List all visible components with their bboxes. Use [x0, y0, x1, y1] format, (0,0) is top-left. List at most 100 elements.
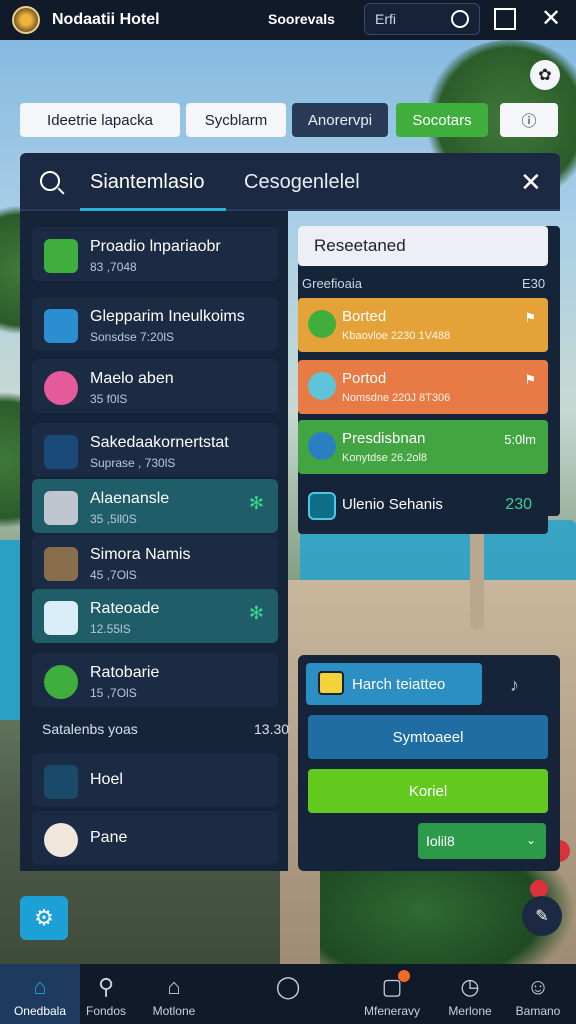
room-list: Proadio lnpariaobr 83 ,7048 Glepparim In…	[20, 211, 289, 871]
home-icon: ⌂	[33, 974, 47, 999]
booking-card[interactable]: Borted Kbaovloe 2230 1V488 ⚑	[298, 298, 548, 352]
nav-label: Merlone	[448, 1004, 492, 1018]
chat-bubble-icon: ◯	[275, 974, 301, 999]
nav-profile[interactable]: ☺ Bamano	[498, 964, 576, 1024]
tab-2[interactable]: Cesogenlelel	[244, 171, 360, 194]
key-icon	[318, 671, 344, 695]
list-item-sub: 35 f0lS	[90, 392, 128, 406]
audio-icon[interactable]: ♪	[510, 675, 519, 696]
booking-card[interactable]: Presdisbnan Konytdse 26.2ol8 5:0lm	[298, 420, 548, 474]
list-item-title: Hoel	[90, 771, 123, 788]
list-item-title: Maelo aben	[90, 370, 174, 387]
plane-icon	[44, 309, 78, 343]
gear-icon[interactable]	[451, 10, 469, 28]
list-item[interactable]: Simora Namis 45 ,7OlS	[32, 535, 278, 589]
right-label: Greefioaia	[302, 276, 362, 291]
user-icon	[44, 665, 78, 699]
user-icon: ☺	[526, 974, 550, 999]
bottom-nav: ⌂ Onedbala ⚲ Fondos ⌂ Motlone ◯ ▢ Mfener…	[0, 964, 576, 1024]
option-select[interactable]: Iolil8 ⌄	[418, 823, 546, 859]
list-item[interactable]: Proadio lnpariaobr 83 ,7048	[32, 227, 278, 281]
nav-messages[interactable]: ▢ Mfeneravy	[352, 964, 432, 1024]
chip-1[interactable]: Ideetrie lapacka	[20, 103, 180, 137]
nav-label: Bamano	[515, 1004, 561, 1018]
document-icon	[44, 601, 78, 635]
link-icon	[44, 765, 78, 799]
list-item-sub: Sonsdse 7:20lS	[90, 330, 175, 344]
confirm-button[interactable]: Koriel	[308, 769, 548, 813]
list-note-label: Satalenbs yoas	[42, 721, 138, 737]
map-icon	[308, 432, 336, 460]
sofa-icon	[44, 491, 78, 525]
list-item-title: Rateoade	[90, 600, 160, 617]
primary-action-button[interactable]: Symtoaeel	[308, 715, 548, 759]
list-item-sub: 83 ,7048	[90, 260, 137, 274]
top-search-field[interactable]: Erfi	[364, 3, 480, 35]
list-item-title: Alaenansle	[90, 490, 170, 507]
arrow-icon	[44, 435, 78, 469]
right-panel: Reseetaned Greefioaia E30 Borted Kbaovlo…	[298, 226, 560, 534]
list-item-sub: 12.55lS	[90, 622, 131, 636]
flag-icon[interactable]: ⚑	[524, 372, 536, 388]
list-item-sub: 45 ,7OlS	[90, 568, 137, 582]
brush-icon	[44, 371, 78, 405]
close-icon[interactable]: ✕	[540, 7, 562, 31]
close-icon[interactable]: ✕	[520, 167, 542, 198]
info-chip[interactable]: ⓘ	[500, 103, 558, 137]
chip-4[interactable]: Socotars	[396, 103, 488, 137]
favorite-icon[interactable]: ✻	[249, 493, 264, 514]
top-link[interactable]: Soorevals	[268, 11, 335, 27]
window-icon[interactable]	[494, 8, 516, 30]
tab-1[interactable]: Siantemlasio	[90, 171, 205, 194]
app-title: Nodaatii Hotel	[52, 11, 160, 28]
notification-badge	[398, 970, 410, 982]
card-title: Ulenio Sehanis	[342, 496, 443, 513]
list-item-sub: Suprase , 730lS	[90, 456, 176, 470]
panel-header: Siantemlasio Cesogenlelel ✕	[20, 153, 560, 211]
list-item-sub: 35 ,5ll0S	[90, 512, 137, 526]
badge-icon[interactable]: ✿	[530, 60, 560, 90]
favorite-icon[interactable]: ✻	[249, 603, 264, 624]
nav-label: Mfeneravy	[363, 1004, 421, 1018]
food-icon	[44, 823, 78, 857]
list-item[interactable]: Rateoade 12.55lS ✻	[32, 589, 278, 643]
list-item[interactable]: Sakedaakornertstat Suprase , 730lS	[32, 423, 278, 477]
flag-icon[interactable]: ⚑	[524, 310, 536, 326]
shield-icon	[308, 310, 336, 338]
booking-card[interactable]: Ulenio Sehanis 230	[298, 480, 548, 534]
building-icon: ⌂	[167, 974, 181, 999]
mobile-icon	[308, 492, 336, 520]
nav-label: Onedbala	[13, 1004, 67, 1018]
top-bar: Nodaatii Hotel Soorevals Erfi ✕	[0, 0, 576, 40]
nav-hotel[interactable]: ⌂ Motlone	[134, 964, 214, 1024]
top-search-value: Erfi	[375, 11, 396, 27]
chip-2[interactable]: Sycblarm	[186, 103, 286, 137]
pool-icon	[308, 372, 336, 400]
card-title: Presdisbnan	[342, 430, 426, 447]
list-item[interactable]: Pane	[32, 811, 278, 865]
list-item[interactable]: Ratobarie 15 ,7OlS	[32, 653, 278, 707]
list-item-title: Sakedaakornertstat	[90, 434, 229, 451]
hotel-logo	[12, 6, 40, 34]
right-label-value: E30	[522, 276, 546, 291]
list-item-title: Pane	[90, 829, 128, 846]
list-item[interactable]: Glepparim Ineulkoims Sonsdse 7:20lS	[32, 297, 278, 351]
list-item-sub: 15 ,7OlS	[90, 686, 137, 700]
card-time: 5:0lm	[504, 432, 536, 447]
compass-icon: ◷	[460, 974, 480, 999]
nav-label: Motlone	[152, 1004, 196, 1018]
chat-icon[interactable]: ✎	[522, 896, 562, 936]
settings-fab[interactable]: ⚙	[20, 896, 68, 940]
chip-3[interactable]: Anorervpi	[292, 103, 388, 137]
list-item[interactable]: Alaenansle 35 ,5ll0S ✻	[32, 479, 278, 533]
list-item[interactable]: Hoel	[32, 753, 278, 807]
search-icon: ⚲	[97, 974, 115, 999]
card-sub: Konytdse 26.2ol8	[342, 452, 428, 464]
search-icon[interactable]	[40, 171, 60, 191]
list-item-title: Ratobarie	[90, 664, 160, 681]
booking-card[interactable]: Portod Nomsdne 220J 8T306 ⚑	[298, 360, 548, 414]
nav-chat[interactable]: ◯	[248, 964, 328, 1024]
reserved-field[interactable]: Reseetaned	[298, 226, 548, 266]
option-select-value: Iolil8	[426, 833, 455, 849]
list-item[interactable]: Maelo aben 35 f0lS	[32, 359, 278, 413]
